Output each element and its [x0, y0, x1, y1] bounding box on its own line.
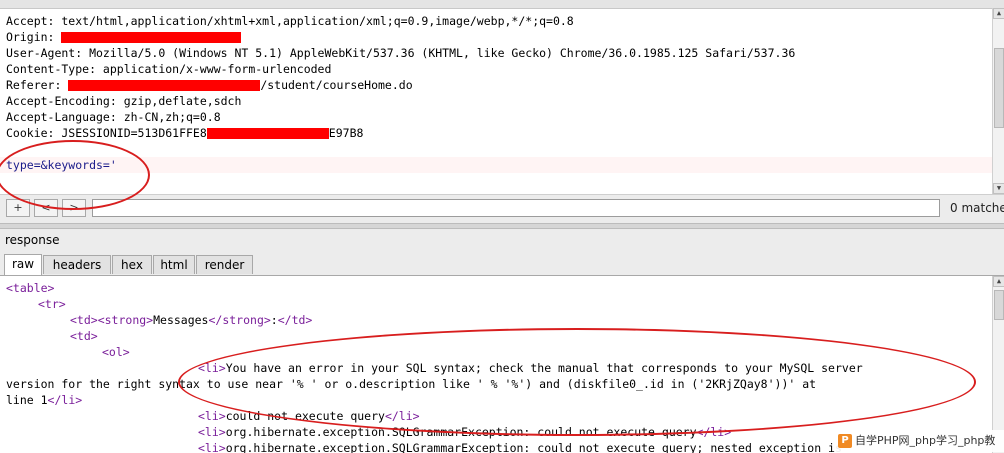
header-cookie: Cookie: JSESSIONID=513D61FFE8 E97B8 [6, 125, 363, 141]
sql-error-line-1: You have an error in your SQL syntax; ch… [225, 361, 863, 375]
tag-ol-open: <ol> [102, 345, 130, 359]
search-input[interactable] [92, 199, 940, 217]
search-bar: + < > 0 matches [0, 194, 1004, 223]
response-title: response [5, 233, 60, 247]
watermark: P 自学PHP网_php学习_php教 [836, 430, 1004, 452]
could-not-execute-text: could not execute query [225, 409, 385, 423]
header-accept-encoding: Accept-Encoding: gzip,deflate,sdch [6, 94, 242, 108]
code-line: version for the right syntax to use near… [6, 376, 816, 392]
tag-li-close: </li> [384, 409, 420, 423]
code-line: line 1</li> [6, 392, 82, 408]
search-help-button[interactable]: + [6, 199, 30, 217]
request-top-strip [0, 0, 1004, 8]
response-pane: response raw headers hex html render <ta… [0, 229, 1004, 453]
code-line: <tr> [38, 296, 66, 312]
tag-td-close: </td> [277, 313, 313, 327]
tab-hex[interactable]: hex [112, 255, 152, 274]
code-line: <li>You have an error in your SQL syntax… [198, 360, 863, 376]
code-line: <td><strong>Messages</strong>:</td> [70, 312, 312, 328]
tag-td-open: <td> [70, 329, 98, 343]
tag-td-open: <td> [70, 313, 98, 327]
header-user-agent: User-Agent: Mozilla/5.0 (Windows NT 5.1)… [6, 46, 796, 60]
search-next-button[interactable]: > [62, 199, 86, 217]
cookie-tail: E97B8 [328, 126, 364, 140]
header-accept-language: Accept-Language: zh-CN,zh;q=0.8 [6, 110, 221, 124]
request-pane: Accept: text/html,application/xhtml+xml,… [0, 0, 1004, 225]
request-scrollbar[interactable]: ▲ ▼ [992, 8, 1004, 194]
tab-html[interactable]: html [153, 255, 195, 274]
code-line: <td> [70, 328, 98, 344]
response-tab-strip: raw headers hex html render [0, 253, 1004, 276]
tab-render[interactable]: render [196, 255, 253, 274]
colon-text: : [270, 313, 278, 327]
request-body: type=&keywords=' [6, 158, 117, 172]
scroll-up-icon[interactable]: ▲ [993, 276, 1004, 287]
match-count: 0 matches [950, 201, 1004, 215]
hibernate-exception-2: org.hibernate.exception.SQLGrammarExcept… [225, 441, 842, 453]
header-referer: Referer: /student/courseHome.do [6, 77, 413, 93]
search-prev-button[interactable]: < [34, 199, 58, 217]
scroll-up-icon[interactable]: ▲ [993, 8, 1004, 19]
redaction-referer [68, 80, 261, 91]
code-line: <li>could not execute query</li> [198, 408, 420, 424]
tag-li-close: </li> [696, 425, 732, 439]
request-editor[interactable]: Accept: text/html,application/xhtml+xml,… [0, 8, 992, 195]
code-line: <li>org.hibernate.exception.SQLGrammarEx… [198, 440, 842, 453]
origin-key: Origin: [6, 30, 62, 44]
header-content-type: Content-Type: application/x-www-form-url… [6, 62, 332, 76]
tag-li-open: <li> [198, 409, 226, 423]
watermark-text: 自学PHP网_php学习_php教 [855, 434, 996, 447]
tag-table-open: <table> [6, 281, 55, 295]
response-scrollbar[interactable]: ▲ [992, 276, 1004, 453]
tag-li-close: </li> [47, 393, 83, 407]
tag-strong-open: <strong> [97, 313, 154, 327]
request-body-row [0, 157, 992, 173]
scroll-down-icon[interactable]: ▼ [993, 183, 1004, 194]
tag-strong-close: </strong> [208, 313, 271, 327]
redaction-cookie [206, 128, 329, 139]
hibernate-exception-1: org.hibernate.exception.SQLGrammarExcept… [225, 425, 697, 439]
referer-tail: /student/courseHome.do [260, 78, 413, 92]
code-line: <ol> [102, 344, 130, 360]
header-accept: Accept: text/html,application/xhtml+xml,… [6, 14, 574, 28]
scroll-thumb[interactable] [994, 290, 1004, 320]
redaction-origin [61, 32, 242, 43]
tag-li-open: <li> [198, 425, 226, 439]
cookie-key: Cookie: JSESSIONID=513D61FFE8 [6, 126, 207, 140]
code-line: <li>org.hibernate.exception.SQLGrammarEx… [198, 424, 731, 440]
sql-error-line-2: version for the right syntax to use near… [6, 377, 817, 391]
sql-error-line-3: line 1 [6, 393, 48, 407]
code-line: <table> [6, 280, 54, 296]
tab-raw[interactable]: raw [4, 254, 42, 275]
response-viewer[interactable]: <table> <tr> <td><strong>Messages</stron… [0, 276, 992, 453]
messages-text: Messages [153, 313, 209, 327]
tab-headers[interactable]: headers [43, 255, 111, 274]
watermark-logo-icon: P [838, 434, 852, 448]
tag-li-open: <li> [198, 441, 226, 453]
tag-li-open: <li> [198, 361, 226, 375]
header-origin: Origin: [6, 29, 242, 45]
tag-tr-open: <tr> [38, 297, 66, 311]
referer-key: Referer: [6, 78, 69, 92]
scroll-thumb[interactable] [994, 48, 1004, 128]
